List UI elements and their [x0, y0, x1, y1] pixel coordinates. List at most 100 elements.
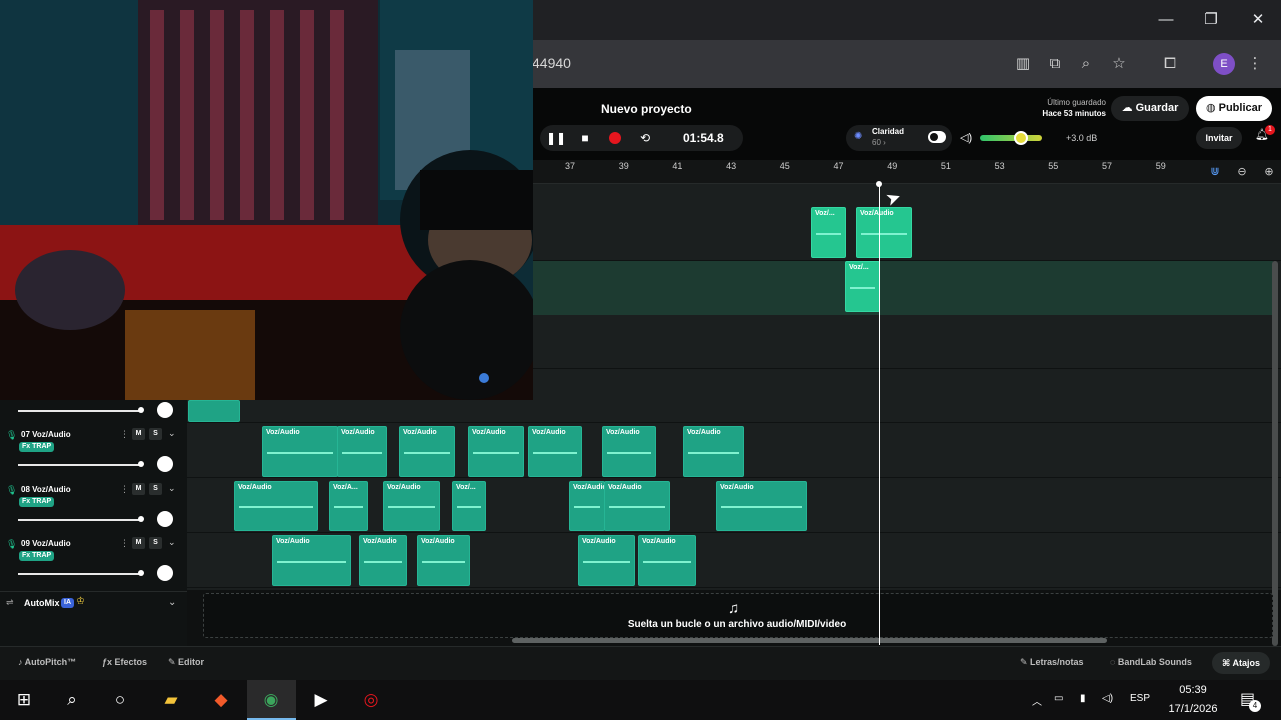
fx-badge[interactable]: Fx TRAP: [19, 497, 55, 507]
audio-clip[interactable]: Voz/...: [452, 481, 486, 531]
vertical-scrollbar[interactable]: [1272, 261, 1278, 646]
audio-clip[interactable]: Voz/Audio: [359, 535, 407, 586]
mute-button[interactable]: M: [132, 428, 145, 440]
audio-clip[interactable]: Voz/Audio: [578, 535, 635, 586]
track-volume-knob[interactable]: [138, 407, 144, 413]
solo-button[interactable]: S: [149, 428, 162, 440]
chrome-icon[interactable]: ◉: [257, 686, 285, 714]
pan-knob[interactable]: [157, 511, 173, 527]
task-view-icon[interactable]: ○: [106, 686, 134, 714]
bookmark-star-icon[interactable]: ☆: [1109, 54, 1129, 74]
windows-start-icon[interactable]: ⊞: [10, 686, 38, 714]
audio-clip[interactable]: Voz/Audio: [856, 207, 912, 258]
chevron-down-icon[interactable]: ⌄: [168, 483, 176, 494]
save-button[interactable]: ☁ Guardar: [1111, 96, 1189, 121]
mute-button[interactable]: M: [132, 537, 145, 549]
cast-icon[interactable]: ⧉: [1045, 54, 1065, 74]
fx-badge[interactable]: Fx TRAP: [19, 442, 55, 452]
tray-usb-icon[interactable]: ▮: [1080, 693, 1086, 704]
file-explorer-icon[interactable]: ▰: [157, 686, 185, 714]
audio-clip[interactable]: Voz/Audio: [602, 426, 656, 477]
solo-button[interactable]: S: [149, 483, 162, 495]
speaker-icon[interactable]: ◁): [960, 131, 972, 144]
media-player-icon[interactable]: ▶: [307, 686, 335, 714]
effects-button[interactable]: ƒx Efectos: [102, 657, 147, 667]
url-text[interactable]: 44940: [532, 55, 571, 71]
stop-icon[interactable]: ■: [576, 129, 594, 147]
minimize-icon[interactable]: —: [1154, 8, 1178, 32]
brave-browser-icon[interactable]: ◆: [207, 686, 235, 714]
master-volume-knob[interactable]: [1013, 131, 1028, 145]
track-volume-knob[interactable]: [138, 461, 144, 467]
audio-clip[interactable]: Voz/Audio: [272, 535, 351, 586]
mute-button[interactable]: M: [132, 483, 145, 495]
track-volume-slider[interactable]: [18, 573, 142, 575]
audio-clip[interactable]: Voz/Audio: [569, 481, 605, 531]
lyrics-button[interactable]: ✎ Letras/notas: [1020, 657, 1084, 668]
track-07-name[interactable]: 07 Voz/Audio: [21, 430, 71, 439]
tray-network-icon[interactable]: ▭: [1054, 693, 1063, 704]
piano-icon[interactable]: ▥: [1013, 54, 1033, 74]
loop-icon[interactable]: ⟲: [636, 129, 654, 147]
chevron-down-icon[interactable]: ⌄: [168, 428, 176, 439]
language-indicator[interactable]: ESP: [1130, 693, 1150, 704]
track-08-name[interactable]: 08 Voz/Audio: [21, 485, 71, 494]
track-lane[interactable]: [187, 534, 1281, 588]
magnet-icon[interactable]: ⋓: [1207, 164, 1223, 180]
pan-knob[interactable]: [157, 456, 173, 472]
editor-button[interactable]: ✎ Editor: [168, 657, 204, 668]
playhead[interactable]: [879, 184, 880, 645]
track-volume-slider[interactable]: [18, 519, 142, 521]
restore-icon[interactable]: ❐: [1199, 8, 1223, 32]
zoom-icon[interactable]: ⌕: [1076, 54, 1096, 74]
audio-clip[interactable]: Voz/Audio: [683, 426, 744, 477]
audio-clip[interactable]: Voz/...: [845, 261, 880, 312]
track-volume-slider[interactable]: [18, 410, 142, 412]
close-icon[interactable]: ✕: [1246, 8, 1270, 32]
tray-volume-icon[interactable]: ◁): [1102, 693, 1113, 704]
track-volume-slider[interactable]: [18, 464, 142, 466]
audio-clip[interactable]: Voz/A...: [329, 481, 368, 531]
recorder-icon[interactable]: ◎: [357, 686, 385, 714]
publish-button[interactable]: ◍ Publicar: [1196, 96, 1272, 121]
drag-handle-icon[interactable]: ⋮: [120, 429, 129, 440]
search-icon[interactable]: ⌕: [58, 686, 86, 714]
track-volume-knob[interactable]: [138, 570, 144, 576]
profile-avatar[interactable]: E: [1213, 53, 1235, 75]
playhead-handle[interactable]: [876, 181, 882, 187]
audio-clip[interactable]: Voz/...: [811, 207, 846, 258]
clock-time[interactable]: 05:39: [1176, 684, 1210, 696]
audio-clip[interactable]: Voz/Audio: [716, 481, 807, 531]
audio-clip[interactable]: Voz/Audio: [604, 481, 670, 531]
selected-track-lane[interactable]: [533, 261, 1273, 315]
chevron-down-icon[interactable]: ⌄: [168, 537, 176, 548]
track-volume-knob[interactable]: [138, 516, 144, 522]
track-09-name[interactable]: 09 Voz/Audio: [21, 539, 71, 548]
audio-clip[interactable]: Voz/Audio: [417, 535, 470, 586]
record-icon[interactable]: [609, 132, 621, 144]
drag-handle-icon[interactable]: ⋮: [120, 538, 129, 549]
zoom-out-icon[interactable]: ⊖: [1234, 164, 1250, 180]
audio-clip[interactable]: Voz/Audio: [468, 426, 524, 477]
fx-badge[interactable]: Fx TRAP: [19, 551, 55, 561]
autopitch-button[interactable]: ♪ AutoPitch™: [18, 657, 76, 667]
audio-clip[interactable]: Voz/Audio: [262, 426, 338, 477]
menu-dots-icon[interactable]: ⋮: [1245, 54, 1265, 74]
shortcuts-button[interactable]: ⌘ Atajos: [1212, 652, 1270, 674]
audio-clip[interactable]: Voz/Audio: [528, 426, 582, 477]
pause-icon[interactable]: ❚❚: [546, 129, 566, 147]
drag-handle-icon[interactable]: ⋮: [120, 484, 129, 495]
extensions-icon[interactable]: ⧠: [1160, 54, 1180, 74]
horizontal-scrollbar[interactable]: [512, 638, 1107, 643]
pan-knob[interactable]: [157, 565, 173, 581]
zoom-in-icon[interactable]: ⊕: [1261, 164, 1277, 180]
clock-date[interactable]: 17/1/2026: [1164, 703, 1222, 715]
timeline-ruler[interactable]: [533, 160, 1281, 184]
tray-chevron-up-icon[interactable]: ︿: [1032, 693, 1042, 708]
project-title[interactable]: Nuevo proyecto: [601, 102, 692, 116]
chevron-down-icon[interactable]: ⌄: [168, 597, 176, 608]
audio-clip[interactable]: Voz/Audio: [399, 426, 455, 477]
invite-button[interactable]: Invitar: [1196, 127, 1242, 149]
audio-clip[interactable]: Voz/Audio: [337, 426, 387, 477]
audio-clip[interactable]: [188, 400, 240, 422]
